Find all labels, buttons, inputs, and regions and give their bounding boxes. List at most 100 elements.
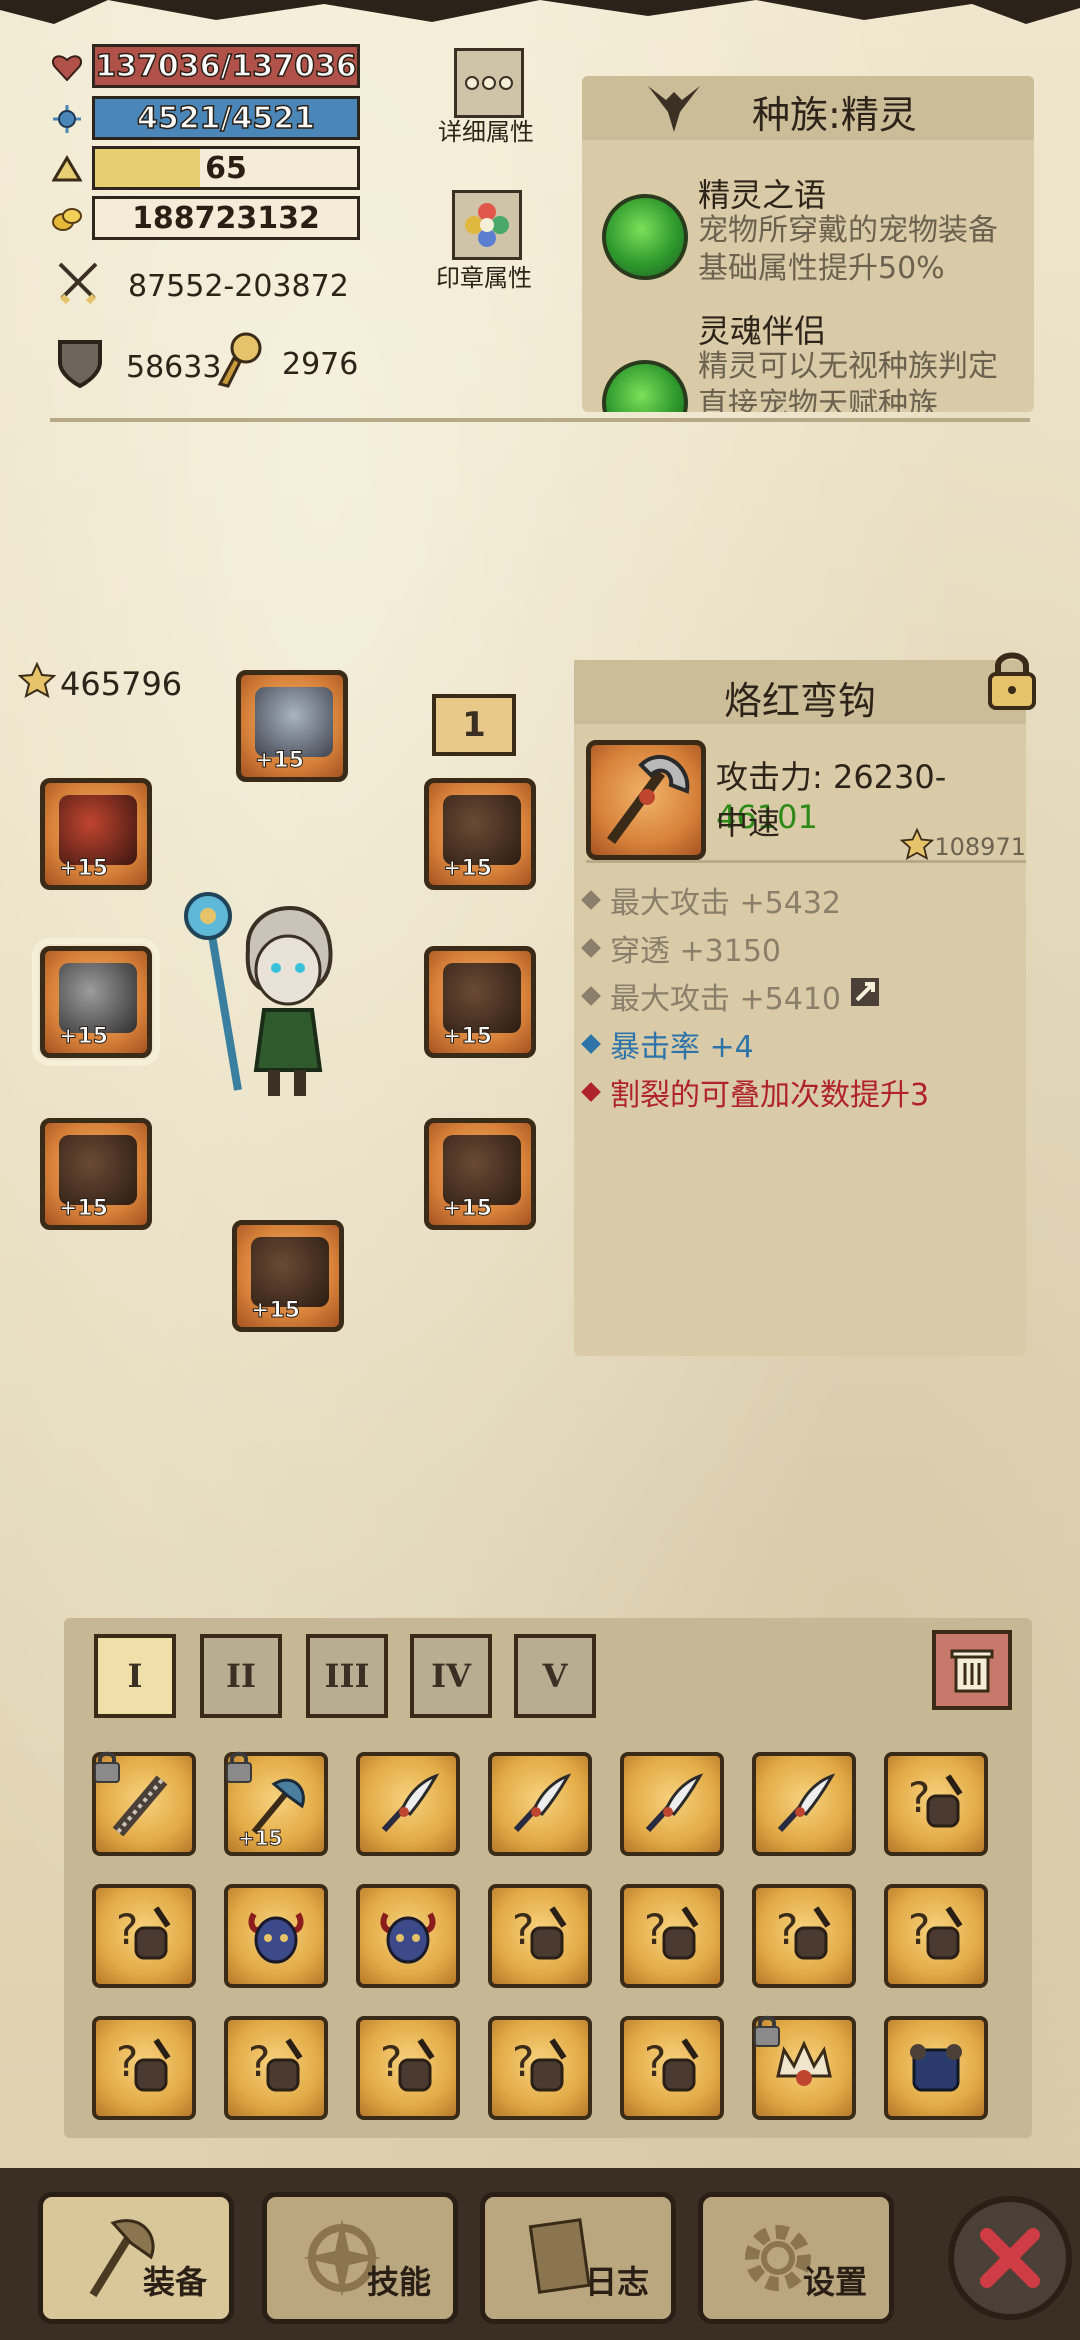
belt-icon bbox=[443, 1135, 521, 1205]
boots-icon bbox=[251, 1237, 329, 1307]
hook-blade-icon bbox=[606, 754, 690, 844]
tier-button[interactable]: 1 bbox=[432, 694, 516, 756]
scythe-blade-icon bbox=[508, 1772, 572, 1836]
skill-name: 精灵之语 bbox=[698, 176, 827, 214]
soul-mate-skill-icon[interactable] bbox=[602, 360, 688, 412]
enhance-level: +15 bbox=[58, 856, 109, 882]
inventory-item[interactable]: ? bbox=[488, 2016, 592, 2120]
tier-label: 1 bbox=[462, 705, 486, 745]
helmet-slot[interactable]: +15 bbox=[236, 670, 348, 782]
gloves-slot[interactable]: +15 bbox=[40, 1118, 152, 1230]
detail-divider bbox=[586, 860, 1026, 863]
lock-icon bbox=[92, 1750, 122, 1788]
mystery-helmet-icon: ? bbox=[112, 1904, 176, 1968]
item-icon bbox=[586, 740, 706, 860]
lock-icon[interactable] bbox=[984, 648, 1040, 716]
mystery-helmet-icon: ? bbox=[508, 2036, 572, 2100]
elf-language-skill-icon[interactable] bbox=[602, 194, 688, 280]
hero-character bbox=[184, 880, 360, 1104]
inventory-item[interactable] bbox=[752, 1752, 856, 1856]
armor-slot[interactable]: +15 bbox=[424, 946, 536, 1058]
hp-bar: 137036/137036 bbox=[92, 44, 360, 88]
gold-bag-icon bbox=[214, 332, 264, 396]
gold-value: 2976 bbox=[282, 346, 359, 382]
inventory-item[interactable] bbox=[884, 2016, 988, 2120]
boots-slot[interactable]: +15 bbox=[232, 1220, 344, 1332]
close-icon bbox=[980, 2228, 1040, 2288]
inventory-item[interactable]: ? bbox=[884, 1884, 988, 1988]
inventory-item[interactable] bbox=[224, 1884, 328, 1988]
mystery-helmet-icon: ? bbox=[508, 1904, 572, 1968]
inventory-item[interactable]: ? bbox=[884, 1752, 988, 1856]
inventory-item[interactable]: +15 bbox=[224, 1750, 328, 1856]
inventory-item[interactable] bbox=[488, 1752, 592, 1856]
inventory-item[interactable]: ? bbox=[488, 1884, 592, 1988]
demon-mask-icon bbox=[244, 1904, 308, 1968]
skill-desc: 宠物所穿戴的宠物装备基础属性提升50% bbox=[698, 213, 998, 286]
skill-name: 灵魂伴侣 bbox=[698, 312, 827, 350]
inventory-item[interactable]: ? bbox=[620, 1884, 724, 1988]
enhance-level: +15 bbox=[238, 1826, 284, 1851]
enhance-level: +15 bbox=[58, 1024, 109, 1050]
attr-line: 割裂的可叠加次数提升3 bbox=[581, 1070, 929, 1114]
inventory-item[interactable]: ? bbox=[356, 2016, 460, 2120]
exp-coin-icon bbox=[50, 202, 84, 236]
tab-label: IV bbox=[431, 1657, 471, 1695]
shoulder-slot[interactable]: +15 bbox=[40, 778, 152, 890]
inventory-item[interactable] bbox=[356, 1752, 460, 1856]
lock-icon bbox=[224, 1750, 254, 1788]
inventory-tab-5[interactable]: V bbox=[514, 1634, 596, 1718]
inventory-item[interactable]: ? bbox=[620, 2016, 724, 2120]
level-bar-text: 65 bbox=[205, 150, 247, 186]
enhance-level: +15 bbox=[442, 1196, 493, 1222]
inventory-item[interactable] bbox=[752, 2015, 856, 2120]
nav-label: 技能 bbox=[366, 2263, 431, 2301]
helmet-icon bbox=[255, 687, 333, 757]
shoulder-armor-icon bbox=[59, 795, 137, 865]
mystery-helmet-icon: ? bbox=[772, 1904, 836, 1968]
level-row: 65 bbox=[50, 146, 360, 192]
more-dots-icon bbox=[465, 76, 513, 90]
chain-necklace-icon bbox=[443, 795, 521, 865]
trash-button[interactable] bbox=[932, 1630, 1012, 1710]
inventory-tab-1[interactable]: I bbox=[94, 1634, 176, 1718]
inventory-item[interactable]: ? bbox=[92, 2016, 196, 2120]
trash-icon bbox=[950, 1649, 994, 1693]
inventory-item[interactable] bbox=[92, 1750, 196, 1856]
detail-attr-button[interactable] bbox=[454, 48, 524, 118]
inventory-item[interactable] bbox=[620, 1752, 724, 1856]
seal-attr-button[interactable] bbox=[452, 190, 522, 260]
nav-log[interactable]: 日志 bbox=[480, 2192, 676, 2324]
mana-icon bbox=[50, 102, 84, 136]
enhance-level: +15 bbox=[58, 1196, 109, 1222]
nav-skills[interactable]: 技能 bbox=[262, 2192, 458, 2324]
hp-row: 137036/137036 bbox=[50, 44, 360, 90]
belt-slot[interactable]: +15 bbox=[424, 1118, 536, 1230]
close-button[interactable] bbox=[948, 2196, 1072, 2320]
race-panel: 种族:精灵 精灵之语 宠物所穿戴的宠物装备基础属性提升50% 灵魂伴侣 精灵可以… bbox=[582, 76, 1034, 412]
inventory-item[interactable] bbox=[356, 1884, 460, 1988]
inventory-tab-2[interactable]: II bbox=[200, 1634, 282, 1718]
exp-row: 188723132 bbox=[50, 196, 360, 242]
diamond-bullet-icon bbox=[581, 1082, 601, 1102]
diamond-bullet-icon bbox=[581, 890, 601, 910]
nav-settings[interactable]: 设置 bbox=[698, 2192, 894, 2324]
inventory-tab-3[interactable]: III bbox=[306, 1634, 388, 1718]
attr-text: 最大攻击 +5432 bbox=[610, 886, 842, 921]
attr-line: 暴击率 +4 bbox=[581, 1022, 754, 1066]
mystery-helmet-icon: ? bbox=[376, 2036, 440, 2100]
nav-label: 日志 bbox=[584, 2263, 649, 2301]
inventory-item[interactable]: ? bbox=[752, 1884, 856, 1988]
inventory-item[interactable]: ? bbox=[224, 2016, 328, 2120]
diamond-bullet-icon bbox=[581, 986, 601, 1006]
nav-equip[interactable]: 装备 bbox=[38, 2192, 234, 2324]
nav-label: 设置 bbox=[802, 2263, 867, 2301]
weapon-slot[interactable]: +15 bbox=[32, 938, 160, 1066]
attack-range-value: 87552-203872 bbox=[128, 268, 349, 304]
mystery-helmet-icon: ? bbox=[904, 1772, 968, 1836]
inventory-tab-4[interactable]: IV bbox=[410, 1634, 492, 1718]
inventory-item[interactable]: ? bbox=[92, 1884, 196, 1988]
necklace-slot[interactable]: +15 bbox=[424, 778, 536, 890]
tab-label: I bbox=[127, 1657, 143, 1695]
defense-value: 58633 bbox=[126, 349, 222, 385]
